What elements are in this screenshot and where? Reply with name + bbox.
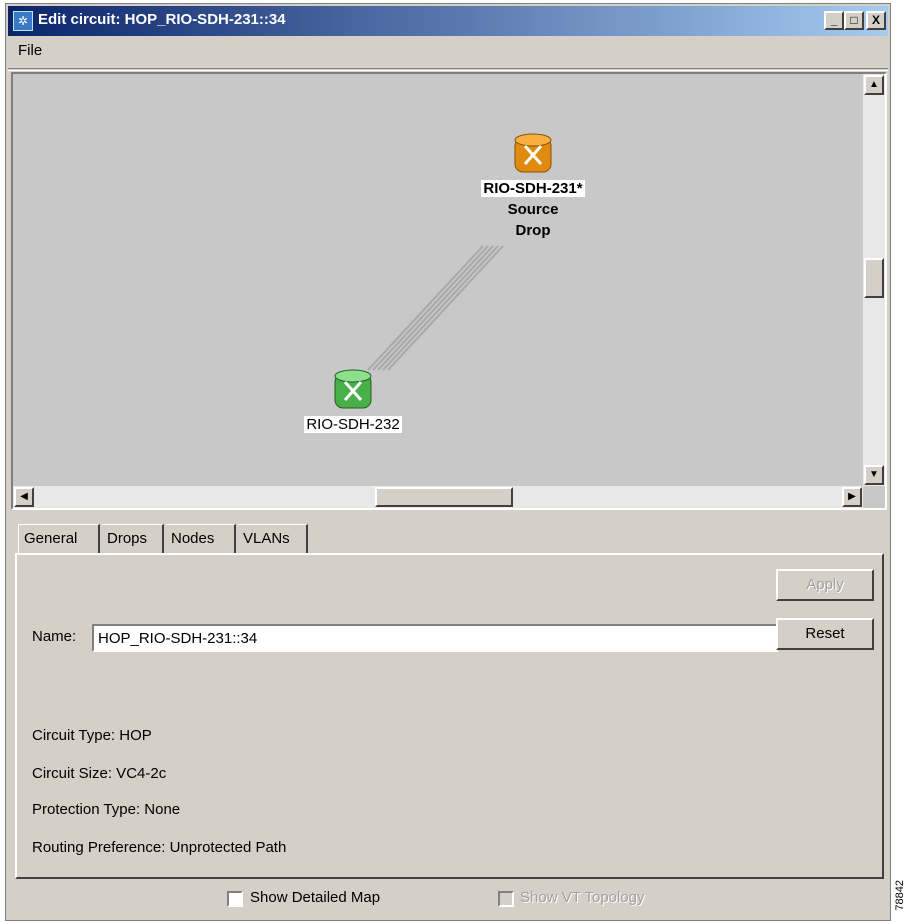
dest-node[interactable]: RIO-SDH-232 bbox=[283, 368, 423, 433]
name-label: Name: bbox=[32, 628, 77, 645]
scroll-right-button[interactable]: ▶ bbox=[842, 487, 862, 507]
source-node-icon bbox=[514, 133, 552, 173]
reset-button[interactable]: Reset bbox=[776, 618, 874, 650]
menu-file[interactable]: File bbox=[18, 42, 42, 59]
app-icon: ✲ bbox=[13, 11, 33, 31]
source-node-name: RIO-SDH-231* bbox=[481, 180, 585, 197]
window-title: Edit circuit: HOP_RIO-SDH-231::34 bbox=[38, 11, 286, 28]
edit-circuit-window: ✲ Edit circuit: HOP_RIO-SDH-231::34 _ □ … bbox=[5, 3, 891, 921]
show-vt-topology-label[interactable]: Show VT Topology bbox=[520, 889, 645, 906]
tab-drops[interactable]: Drops bbox=[102, 524, 164, 554]
show-vt-topology-checkbox[interactable] bbox=[498, 891, 514, 907]
dest-node-name: RIO-SDH-232 bbox=[304, 416, 402, 433]
tab-nodes[interactable]: Nodes bbox=[166, 524, 236, 554]
tab-general-label: General bbox=[24, 530, 78, 547]
show-detailed-map-label[interactable]: Show Detailed Map bbox=[250, 889, 380, 906]
scroll-left-button[interactable]: ◀ bbox=[14, 487, 34, 507]
title-bar[interactable]: ✲ Edit circuit: HOP_RIO-SDH-231::34 _ □ … bbox=[8, 6, 888, 36]
circuit-links bbox=[367, 245, 504, 371]
protection-type: Protection Type: None bbox=[32, 801, 181, 818]
bottom-bar: Show Detailed Map Show VT Topology bbox=[8, 878, 888, 918]
close-button[interactable]: X bbox=[866, 11, 886, 30]
horizontal-scroll-thumb[interactable] bbox=[375, 487, 513, 507]
maximize-button[interactable]: □ bbox=[844, 11, 864, 30]
source-node-role: Source bbox=[507, 201, 559, 218]
tab-general[interactable]: General bbox=[18, 524, 100, 554]
source-node[interactable]: RIO-SDH-231* Source Drop bbox=[468, 132, 598, 239]
minimize-button[interactable]: _ bbox=[824, 11, 844, 30]
show-detailed-map-checkbox[interactable] bbox=[227, 891, 243, 907]
scroll-down-button[interactable]: ▼ bbox=[864, 465, 884, 485]
apply-button[interactable]: Apply bbox=[776, 569, 874, 601]
menu-file-label: File bbox=[18, 42, 43, 59]
tab-nodes-label: Nodes bbox=[171, 530, 215, 547]
routing-preference: Routing Preference: Unprotected Path bbox=[32, 839, 287, 856]
horizontal-scrollbar[interactable]: ◀ ▶ bbox=[13, 486, 863, 508]
source-node-drop: Drop bbox=[515, 222, 551, 239]
name-field[interactable] bbox=[92, 624, 778, 652]
circuit-map[interactable]: RIO-SDH-231* Source Drop RIO-SDH-232 ▲ ▼… bbox=[11, 72, 887, 510]
circuit-size: Circuit Size: VC4-2c bbox=[32, 765, 167, 782]
vertical-scroll-thumb[interactable] bbox=[864, 258, 884, 298]
vertical-scrollbar[interactable]: ▲ ▼ bbox=[863, 74, 885, 486]
tab-drops-label: Drops bbox=[107, 530, 148, 547]
dest-node-icon bbox=[334, 369, 372, 409]
scroll-up-button[interactable]: ▲ bbox=[864, 75, 884, 95]
menu-bar: File bbox=[8, 38, 888, 64]
tab-vlans[interactable]: VLANs bbox=[238, 524, 308, 554]
general-panel: Apply Name: Reset Circuit Type: HOP Circ… bbox=[15, 553, 884, 879]
figure-number: 78842 bbox=[894, 880, 906, 911]
circuit-type: Circuit Type: HOP bbox=[32, 727, 152, 744]
tab-vlans-label: VLANs bbox=[243, 530, 290, 547]
menu-separator bbox=[8, 68, 888, 71]
